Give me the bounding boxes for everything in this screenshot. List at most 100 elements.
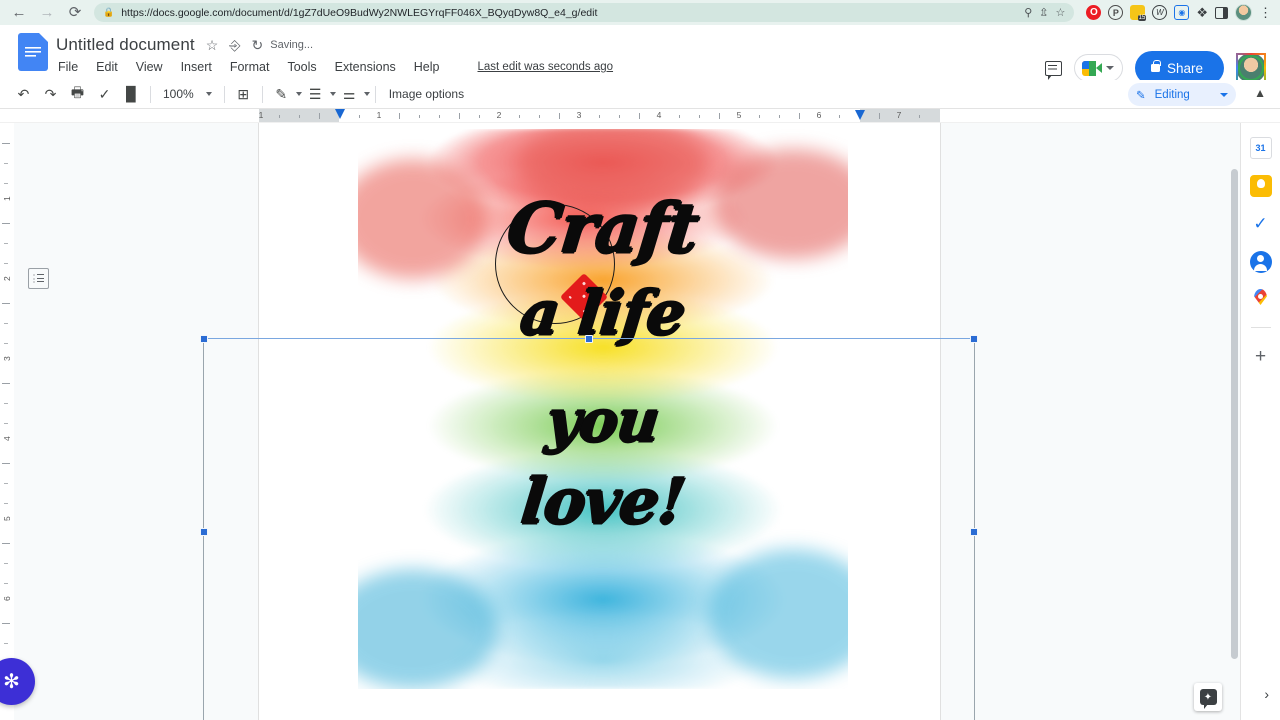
wordpress-extension-icon[interactable]: W: [1152, 5, 1168, 20]
resize-handle-top-center[interactable]: [585, 335, 593, 343]
reload-icon[interactable]: ⟳: [64, 2, 86, 24]
puzzle-extensions-icon[interactable]: ❖: [1196, 5, 1208, 21]
ruler-number: 2: [496, 110, 502, 120]
assistant-fab-button[interactable]: ✻: [0, 658, 35, 705]
explore-button-icon[interactable]: [1194, 683, 1222, 711]
undo-icon[interactable]: ↶: [10, 82, 37, 107]
image-options-button[interactable]: Image options: [381, 87, 472, 101]
sidepanel-divider: [1250, 327, 1271, 328]
vertical-ruler[interactable]: 1 2 3 4 5 6: [0, 123, 14, 720]
ruler-number: 2: [2, 276, 12, 281]
vertical-scrollbar[interactable]: [1231, 169, 1238, 659]
quote-line: love!: [517, 465, 689, 538]
mode-selector[interactable]: ✎ Editing: [1128, 83, 1236, 106]
ruler-number: 1: [376, 110, 382, 120]
document-toolbar: ↶ ↷ 🖶 ✓ ▉ 100% ⊞ ✎ ☰ ⚌ Image options ✎ E…: [0, 80, 1280, 109]
title-row: Untitled document ☆ ⎆ ↻ Saving...: [56, 33, 613, 57]
forward-arrow-icon[interactable]: →: [36, 2, 58, 24]
share-icon[interactable]: ⇫: [1039, 6, 1048, 19]
add-addon-button[interactable]: +: [1250, 346, 1272, 368]
grammarly-extension-icon[interactable]: ◉: [1174, 5, 1190, 20]
ruler-number: 4: [656, 110, 662, 120]
redo-icon[interactable]: ↷: [37, 82, 64, 107]
ruler-number: 7: [896, 110, 902, 120]
print-icon[interactable]: 🖶: [64, 82, 91, 107]
browser-toolbar: ← → ⟳ 🔒 https://docs.google.com/document…: [0, 0, 1280, 25]
google-calendar-icon[interactable]: 31: [1249, 137, 1272, 159]
pinterest-extension-icon[interactable]: P: [1108, 5, 1124, 20]
menu-file[interactable]: File: [56, 59, 80, 75]
lock-icon: 🔒: [103, 7, 115, 17]
resize-handle-top-right[interactable]: [970, 335, 978, 343]
chevron-down-icon: [205, 92, 212, 96]
browser-profile-avatar[interactable]: [1235, 4, 1252, 21]
comment-history-icon[interactable]: [1044, 60, 1062, 80]
search-icon[interactable]: ⚲: [1024, 6, 1032, 19]
menu-tools[interactable]: Tools: [285, 59, 318, 75]
side-panel-icon[interactable]: [1215, 6, 1228, 19]
border-weight-control[interactable]: ☰: [302, 82, 336, 107]
google-workspace-sidepanel: 31 ✓ +: [1240, 123, 1280, 720]
google-maps-icon[interactable]: [1253, 289, 1268, 309]
menu-format[interactable]: Format: [228, 59, 272, 75]
document-page[interactable]: Craft a life you love!: [259, 123, 940, 720]
opera-extension-icon[interactable]: O: [1086, 5, 1102, 20]
google-keep-icon[interactable]: [1249, 175, 1272, 197]
sidepanel-collapse-icon[interactable]: ›: [1264, 686, 1269, 702]
saving-spinner-icon: ↻: [251, 36, 264, 53]
toolbar-divider: [374, 85, 376, 103]
back-arrow-icon[interactable]: ←: [8, 2, 30, 24]
page-title[interactable]: Untitled document: [56, 35, 195, 55]
menu-help[interactable]: Help: [412, 59, 442, 75]
docs-header: Untitled document ☆ ⎆ ↻ Saving... File E…: [0, 25, 1280, 85]
google-docs-logo[interactable]: [18, 33, 48, 71]
share-button-label: Share: [1166, 60, 1203, 76]
pencil-icon: ✎: [1136, 89, 1146, 102]
watercolor-quote-image[interactable]: Craft a life you love!: [358, 129, 848, 689]
border-dash-control[interactable]: ⚌: [336, 82, 370, 107]
google-meet-icon: [1081, 60, 1102, 76]
google-tasks-icon[interactable]: ✓: [1250, 213, 1272, 235]
spellcheck-icon[interactable]: ✓: [91, 82, 118, 107]
resize-handle-middle-left[interactable]: [200, 528, 208, 536]
chevron-up-icon[interactable]: ▲: [1254, 86, 1266, 100]
address-bar[interactable]: 🔒 https://docs.google.com/document/d/1gZ…: [94, 3, 1075, 22]
move-to-folder-icon[interactable]: ⎆: [229, 37, 240, 54]
border-dash-icon[interactable]: ⚌: [336, 82, 363, 107]
horizontal-ruler[interactable]: 1 1 2 3 4 5 6 7: [0, 109, 1280, 123]
ruler-number: 1: [2, 196, 12, 201]
explore-glyph: [1199, 689, 1217, 709]
resize-handle-middle-right[interactable]: [970, 528, 978, 536]
kebab-menu-icon[interactable]: ⋮: [1259, 6, 1272, 19]
last-edit-link[interactable]: Last edit was seconds ago: [478, 61, 614, 73]
avatar[interactable]: [1236, 53, 1266, 83]
ruler-number: 5: [2, 516, 12, 521]
resize-handle-top-left[interactable]: [200, 335, 208, 343]
menu-view[interactable]: View: [134, 59, 165, 75]
notes-extension-icon[interactable]: [1130, 5, 1147, 21]
star-icon[interactable]: ☆: [1055, 6, 1065, 19]
save-status: Saving...: [270, 39, 314, 51]
add-comment-icon[interactable]: ⊞: [230, 82, 257, 107]
border-color-control[interactable]: ✎: [268, 82, 302, 107]
paint-format-icon[interactable]: ▉: [118, 82, 145, 107]
document-workspace: 1 2 3 4 5 6 Craft a life you love! 31 ✓ …: [0, 123, 1280, 720]
google-contacts-icon[interactable]: [1249, 251, 1272, 273]
quote-line: you: [543, 387, 663, 455]
toolbar-divider: [261, 85, 263, 103]
ruler-number: 4: [2, 436, 12, 441]
menu-edit[interactable]: Edit: [94, 59, 120, 75]
google-meet-button[interactable]: [1073, 54, 1123, 82]
ruler-number: 6: [816, 110, 822, 120]
star-icon[interactable]: ☆: [206, 37, 219, 54]
ruler-number: 5: [736, 110, 742, 120]
menu-extensions[interactable]: Extensions: [333, 59, 398, 75]
zoom-select[interactable]: 100%: [156, 83, 219, 106]
pencil-icon[interactable]: ✎: [268, 82, 295, 107]
menu-insert[interactable]: Insert: [179, 59, 214, 75]
chevron-down-icon: [363, 92, 370, 96]
border-weight-icon[interactable]: ☰: [302, 82, 329, 107]
toolbar-divider: [150, 85, 151, 103]
document-outline-icon[interactable]: [28, 268, 49, 289]
chevron-down-icon: [1220, 92, 1228, 97]
